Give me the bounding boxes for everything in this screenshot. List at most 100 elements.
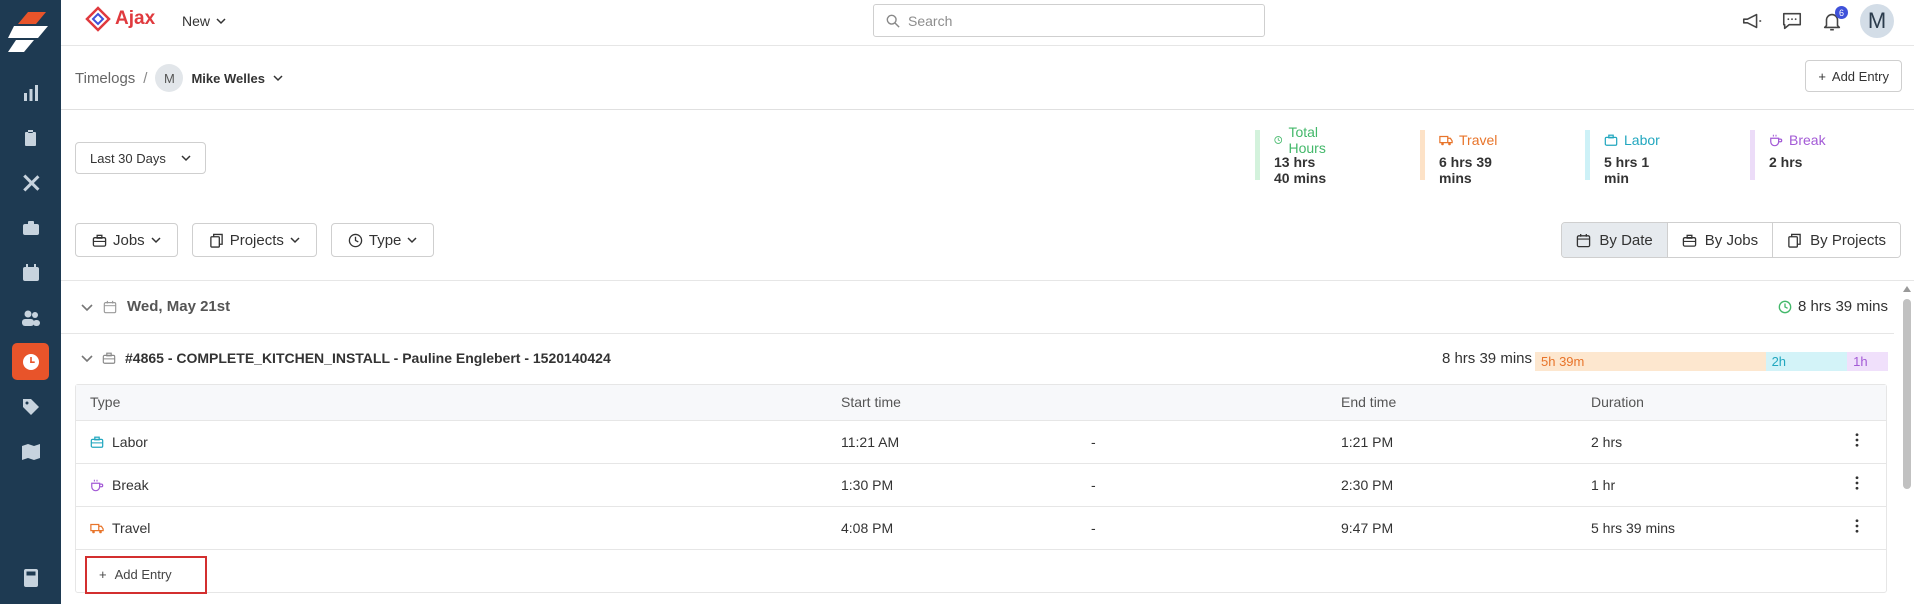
stat-labor-label: Labor <box>1624 132 1660 148</box>
sidebar-item-clipboard[interactable] <box>12 119 49 156</box>
add-entry-inline-button[interactable]: + Add Entry <box>85 555 207 594</box>
stat-travel-label: Travel <box>1459 132 1498 148</box>
list-scrollbar[interactable] <box>1900 284 1914 604</box>
users-icon <box>21 310 40 326</box>
column-header-spacer <box>1077 385 1327 421</box>
stat-break-label: Break <box>1789 132 1826 148</box>
breadcrumb-timelogs-link[interactable]: Timelogs <box>75 70 135 87</box>
sidebar-item-reports[interactable] <box>12 74 49 111</box>
map-icon <box>21 443 40 460</box>
scroll-thumb[interactable] <box>1903 299 1911 489</box>
table-row[interactable]: Travel 4:08 PM - 9:47 PM 5 hrs 39 mins <box>76 506 1886 550</box>
chevron-down-icon[interactable] <box>81 301 93 313</box>
briefcase-icon <box>22 220 39 235</box>
chevron-down-icon <box>290 237 300 244</box>
jobs-filter-label: Jobs <box>113 231 145 249</box>
brand-logo[interactable]: Ajax <box>85 6 155 32</box>
sidebar-item-calendar[interactable] <box>12 254 49 291</box>
scroll-up-arrow-icon[interactable] <box>1903 286 1911 292</box>
job-group-row[interactable]: #4865 - COMPLETE_KITCHEN_INSTALL - Pauli… <box>61 334 1894 385</box>
search-icon <box>886 14 900 28</box>
projects-filter[interactable]: Projects <box>191 223 317 257</box>
briefcase-icon <box>90 436 104 448</box>
sidebar-item-customers[interactable] <box>12 299 49 336</box>
notification-count-badge: 6 <box>1835 6 1848 19</box>
calendar-icon <box>1577 233 1591 247</box>
table-row[interactable]: Labor 11:21 AM - 1:21 PM 2 hrs <box>76 420 1886 464</box>
view-by-date-button[interactable]: By Date <box>1562 223 1668 257</box>
column-header-start-time: Start time <box>827 385 1077 421</box>
date-range-dropdown[interactable]: Last 30 Days <box>75 142 206 174</box>
table-row[interactable]: Break 1:30 PM - 2:30 PM 1 hr <box>76 463 1886 507</box>
entry-duration: 2 hrs <box>1577 420 1827 464</box>
projects-filter-label: Projects <box>229 231 284 249</box>
megaphone-icon <box>1742 13 1762 29</box>
stat-total-hours-value: 13 hrs 40 mins <box>1274 154 1327 186</box>
row-actions-menu[interactable] <box>1827 420 1886 464</box>
entry-dash: - <box>1077 420 1327 464</box>
sidebar <box>0 0 61 604</box>
sidebar-item-pricebook[interactable] <box>12 388 49 425</box>
user-avatar[interactable]: M <box>1860 4 1894 38</box>
entry-type: Labor <box>112 433 148 450</box>
announcements-button[interactable] <box>1740 9 1764 33</box>
new-menu-label: New <box>182 13 211 29</box>
stat-travel: Travel 6 hrs 39 mins <box>1420 130 1498 186</box>
time-bar-segment: 5h 39m <box>1535 352 1766 371</box>
stat-labor: Labor 5 hrs 1 min <box>1585 130 1660 186</box>
breadcrumb: Timelogs / M Mike Welles <box>75 64 283 92</box>
notifications-button[interactable]: 6 <box>1820 6 1848 33</box>
entry-dash: - <box>1077 506 1327 550</box>
brand-name: Ajax <box>115 8 156 29</box>
view-by-projects-button[interactable]: By Projects <box>1773 223 1900 257</box>
copy-icon <box>209 233 223 248</box>
chevron-down-icon[interactable] <box>273 73 283 83</box>
entry-type: Break <box>112 476 149 493</box>
search-bar[interactable] <box>873 4 1265 37</box>
date-group-label: Wed, May 21st <box>127 298 231 315</box>
date-group-row[interactable]: Wed, May 21st 8 hrs 39 mins <box>61 281 1894 334</box>
calendar-icon <box>22 263 39 281</box>
timelog-list: Wed, May 21st 8 hrs 39 mins #4865 - COMP… <box>61 280 1914 371</box>
stat-labor-value: 5 hrs 1 min <box>1604 154 1650 186</box>
sidebar-item-calculator[interactable] <box>12 559 49 596</box>
view-by-jobs-button[interactable]: By Jobs <box>1667 223 1774 257</box>
coffee-icon <box>91 479 104 491</box>
entry-duration: 1 hr <box>1577 463 1827 507</box>
clipboard-icon <box>24 128 36 146</box>
jobs-filter[interactable]: Jobs <box>75 223 178 257</box>
sidebar-item-timelogs[interactable] <box>12 343 49 380</box>
breadcrumb-separator: / <box>143 69 148 87</box>
view-by-jobs-label: By Jobs <box>1704 231 1759 249</box>
entry-start-time: 1:30 PM <box>827 463 1077 507</box>
calendar-icon <box>103 300 117 313</box>
bar-chart-icon <box>23 84 38 101</box>
add-entry-inline-label: Add Entry <box>114 567 172 582</box>
add-entry-label: Add Entry <box>1831 68 1889 84</box>
sidebar-item-map[interactable] <box>12 433 49 470</box>
breadcrumb-user-selector[interactable]: Mike Welles <box>191 71 264 86</box>
breadcrumb-bar: Timelogs / M Mike Welles + Add Entry <box>61 46 1914 110</box>
entry-end-time: 2:30 PM <box>1327 463 1577 507</box>
table-header-row: Type Start time End time Duration <box>76 385 1886 421</box>
sidebar-item-jobs[interactable] <box>12 209 49 246</box>
add-entry-button[interactable]: + Add Entry <box>1805 60 1902 92</box>
new-menu-button[interactable]: New <box>182 13 226 29</box>
entry-dash: - <box>1077 463 1327 507</box>
view-by-date-label: By Date <box>1599 231 1653 249</box>
app-logo-icon[interactable] <box>8 10 52 54</box>
row-actions-menu[interactable] <box>1827 463 1886 507</box>
messages-button[interactable] <box>1780 9 1804 33</box>
chevron-down-icon[interactable] <box>81 352 93 364</box>
sidebar-item-tools[interactable] <box>12 164 49 201</box>
entry-end-time: 9:47 PM <box>1327 506 1577 550</box>
row-actions-menu[interactable] <box>1827 506 1886 550</box>
search-input[interactable] <box>908 12 1238 29</box>
clock-icon <box>22 353 39 370</box>
type-filter[interactable]: Type <box>330 223 435 257</box>
column-header-actions <box>1827 385 1886 421</box>
entry-end-time: 1:21 PM <box>1327 420 1577 464</box>
type-filter-label: Type <box>368 231 402 249</box>
chevron-down-icon <box>181 155 191 162</box>
stat-break: Break 2 hrs <box>1750 130 1826 180</box>
